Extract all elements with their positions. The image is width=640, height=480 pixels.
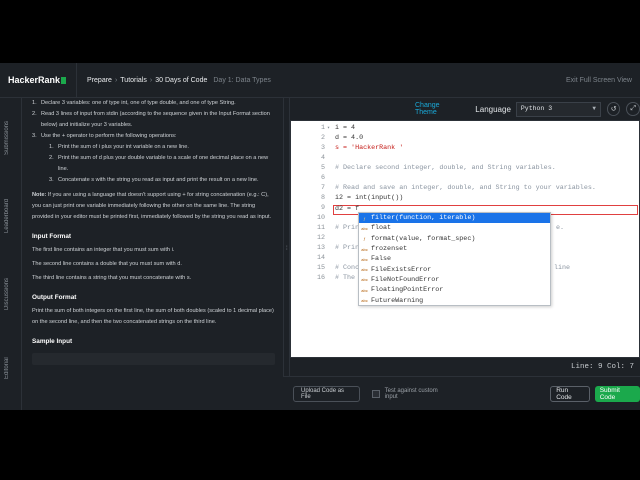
note-paragraph: Note: If you are using a language that d… [32,192,272,220]
drag-handle-icon: ⁞ [286,246,288,252]
tab-editorial[interactable]: Editorial [4,338,18,398]
autocomplete-item[interactable]: abc FileNotFoundError [359,275,550,285]
problem-statement: 1. Declare 3 variables: one of type int, … [22,98,283,410]
exit-fullscreen-link[interactable]: Exit Full Screen View [566,77,632,84]
language-label: Language [475,104,511,114]
code-line: # Declare second integer, double, and St… [335,164,556,172]
upload-code-button[interactable]: Upload Code as File [293,385,361,402]
keyword-icon: abc [361,225,368,231]
breadcrumb-prepare[interactable]: Prepare [87,77,112,84]
hackerrank-logo[interactable]: HackerRank [8,75,67,85]
history-icon[interactable]: ↺ [606,102,621,116]
function-icon: ƒ [363,236,366,242]
code-line: # Prin [335,224,360,232]
sample-input-box [32,353,275,365]
breadcrumb-current: Day 1: Data Types [213,76,271,84]
keyword-icon: abc [361,256,368,262]
letterbox-bottom [0,410,640,480]
tab-discussions[interactable]: Discussions [4,264,18,324]
substep-item: 3. Concatenate s with the string you read… [49,177,259,183]
tab-submissions[interactable]: Submissions [4,108,18,168]
breadcrumb: Prepare › Tutorials › 30 Days of Code Da… [87,77,271,84]
code-line: d = 4.0 [335,134,364,142]
line-gutter: 1 ▾ 2 3 4 5 6 7 8 9 10 11 12 13 14 15 16 [316,124,331,282]
letterbox-top [0,0,640,63]
fold-chevron-icon[interactable]: ▾ [327,125,330,131]
logo-mark-icon [61,76,67,84]
autocomplete-item[interactable]: abc float [359,223,550,233]
substep-item: 2. Print the sum of d plus your double va… [49,155,269,172]
breadcrumb-separator: › [114,76,118,84]
custom-input-label[interactable]: Test against custom input [385,388,449,400]
run-code-button[interactable]: Run Code [550,385,590,402]
output-format-heading: Output Format [32,294,77,301]
substep-item: 1. Print the sum of i plus your int varia… [49,144,189,150]
top-nav: HackerRank Prepare › Tutorials › 30 Days… [0,62,640,98]
autocomplete-item[interactable]: abc FloatingPointError [359,285,550,295]
step-item: 1. Declare 3 variables: one of type int, … [32,100,236,106]
tab-leaderboard[interactable]: Leaderboard [4,186,18,246]
language-select[interactable]: Python 3 ▼ [515,101,601,117]
autocomplete-item[interactable]: ƒ filter(function, iterable) [359,213,550,224]
output-format-text: Print the sum of both integers on the fi… [32,308,274,325]
code-line-tail: line [554,264,571,272]
input-format-line: The second line contains a double that y… [32,261,182,267]
pane-resize-handle[interactable]: ⁞ [283,98,290,410]
keyword-icon: abc [361,246,368,252]
cursor-position-status: Line: 9 Col: 7 [290,358,640,376]
editor-footer: Upload Code as File Test against custom … [283,376,640,410]
code-line: i = 4 [335,124,356,132]
problem-sidebar: Submissions Leaderboard Discussions Edit… [0,98,22,410]
input-format-heading: Input Format [32,233,72,240]
autocomplete-item[interactable]: abc frozenset [359,244,550,254]
autocomplete-dropdown[interactable]: ƒ filter(function, iterable) abc float ƒ fo… [358,212,551,306]
code-line: # Prin [335,244,360,252]
header-divider [76,62,78,98]
input-format-line: The first line contains an integer that … [32,247,175,253]
code-line: i2 = int(input()) [335,194,404,202]
change-theme-link[interactable]: Change Theme [415,102,461,116]
code-line: s = 'HackerRank ' [335,144,404,152]
code-line: # Read and save an integer, double, and … [335,184,596,192]
chevron-down-icon: ▼ [592,104,596,112]
sample-input-heading: Sample Input [32,338,73,345]
input-format-line: The third line contains a string that yo… [32,275,192,281]
keyword-icon: abc [361,298,368,304]
breadcrumb-30-days[interactable]: 30 Days of Code [155,77,207,84]
step-item: 3. Use the + operator to perform the foll… [32,133,177,139]
expand-icon[interactable]: ⤢ [626,102,640,116]
function-icon: ƒ [363,215,366,221]
keyword-icon: abc [361,287,368,293]
code-line: # Conc [335,264,360,272]
autocomplete-item[interactable]: abc FutureWarning [359,295,550,305]
keyword-icon: abc [361,277,368,283]
custom-input-checkbox[interactable] [372,389,380,398]
autocomplete-item[interactable]: abc FileExistsError [359,264,550,274]
autocomplete-item[interactable]: ƒ format(value, format_spec) [359,234,550,244]
breadcrumb-tutorials[interactable]: Tutorials [120,77,147,84]
breadcrumb-separator: › [149,76,153,84]
code-line-current: d2 = f [335,205,360,213]
code-line: # The [335,274,360,282]
submit-code-button[interactable]: Submit Code [594,385,640,402]
editor-toolbar: Change Theme Language Python 3 ▼ ↺ ⤢ [290,98,640,120]
step-item: 2. Read 3 lines of input from stdin (acco… [32,111,270,128]
autocomplete-item[interactable]: abc False [359,254,550,264]
code-line-tail: e. [556,224,565,232]
keyword-icon: abc [361,267,368,273]
